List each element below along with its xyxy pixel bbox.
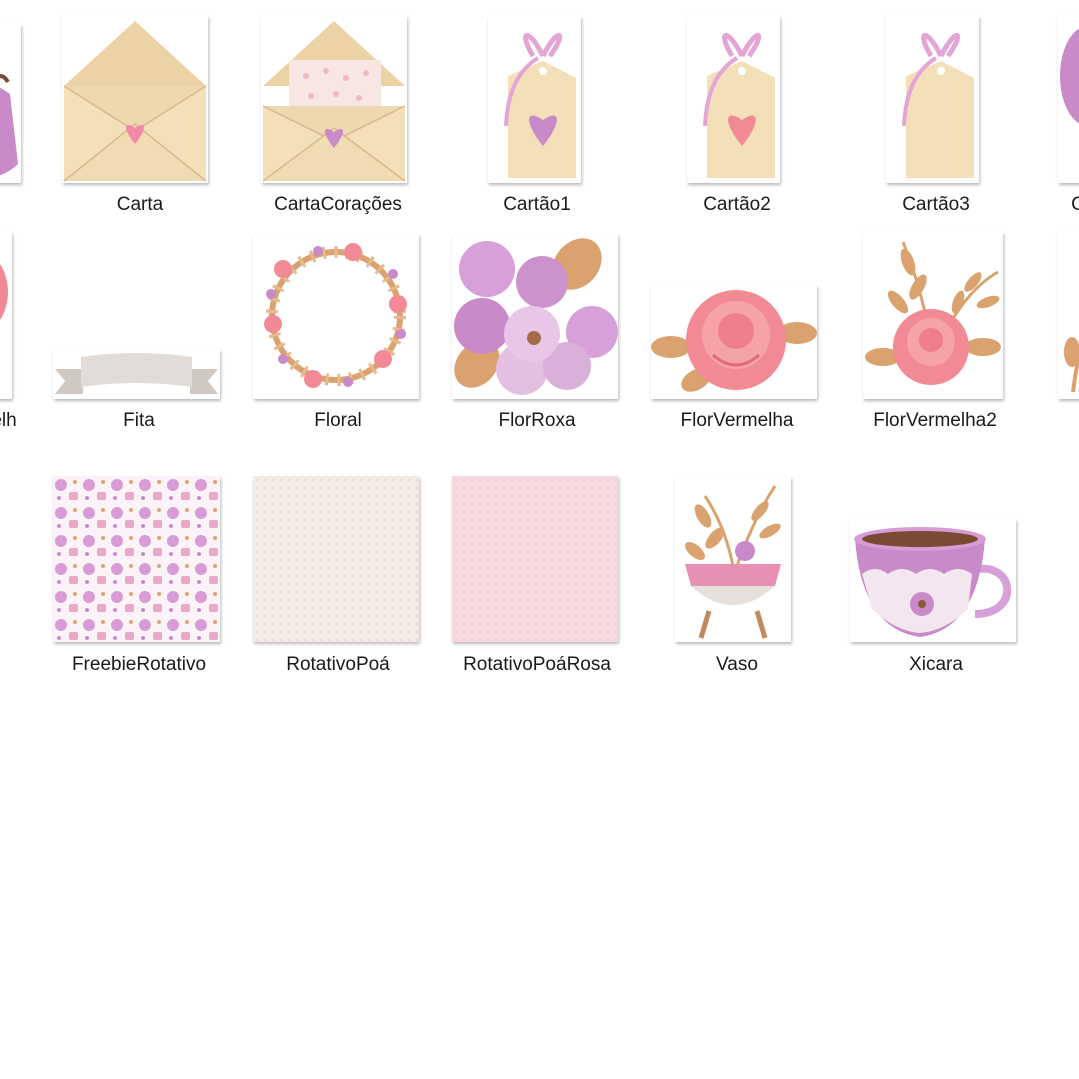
file-label: RotativoPoá <box>286 654 390 675</box>
tag-card-thumbnail <box>687 16 780 183</box>
file-label: FlorVermelha2 <box>873 410 997 431</box>
bottle-thumbnail <box>0 24 21 183</box>
purple-flower-thumbnail <box>452 234 618 399</box>
balloon-thumbnail <box>1058 16 1079 183</box>
pink-polka-dot-thumbnail <box>452 476 618 642</box>
file-label: FlorVermelha <box>680 410 794 431</box>
file-label: C <box>1071 194 1079 215</box>
wreath-thumbnail <box>253 234 419 399</box>
file-label: FreebieRotativo <box>71 654 207 675</box>
file-label: Cartão1 <box>503 194 571 215</box>
pattern-thumbnail <box>53 476 220 642</box>
envelope-thumbnail <box>62 16 208 183</box>
file-label: Xicara <box>909 654 963 675</box>
file-label: RotativoPoáRosa <box>463 654 611 675</box>
file-label: CartaCorações <box>274 194 402 215</box>
red-rose-thumbnail <box>651 285 817 399</box>
partial-thumbnail <box>1058 232 1079 399</box>
polka-dot-thumbnail <box>253 476 419 642</box>
file-label: elh <box>0 410 17 431</box>
red-rose-leaves-thumbnail <box>863 232 1003 399</box>
tag-card-thumbnail <box>488 16 581 183</box>
envelope-hearts-thumbnail <box>261 16 407 183</box>
file-label: Cartão3 <box>902 194 970 215</box>
ribbon-thumbnail <box>53 349 220 399</box>
teacup-thumbnail <box>850 519 1016 642</box>
partial-thumbnail <box>0 232 12 399</box>
file-label: Vaso <box>716 654 758 675</box>
file-label: Cartão2 <box>703 194 771 215</box>
tag-card-thumbnail <box>886 16 979 183</box>
file-label: FlorRoxa <box>498 410 576 431</box>
file-label: Carta <box>116 194 164 215</box>
vase-thumbnail <box>675 476 791 642</box>
file-label: Fita <box>123 410 155 431</box>
file-label: Floral <box>314 410 362 431</box>
